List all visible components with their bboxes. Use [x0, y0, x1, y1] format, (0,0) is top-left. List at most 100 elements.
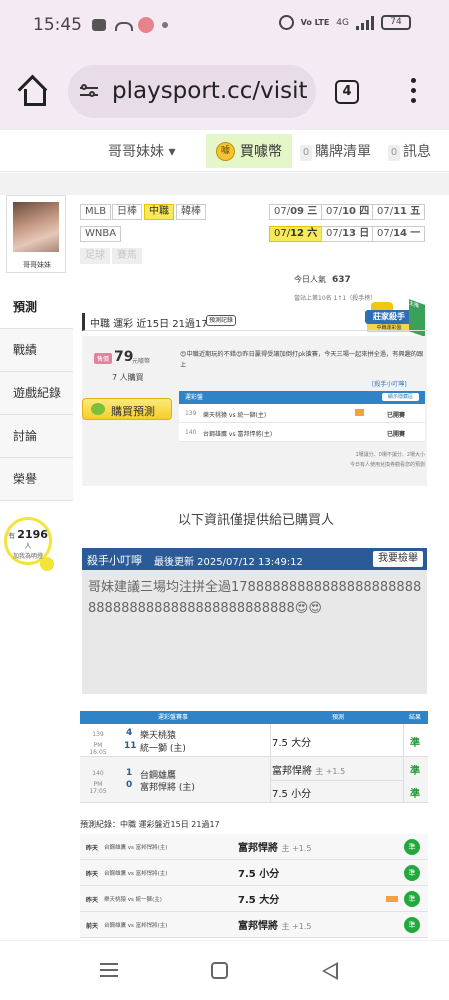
date-tab-0709[interactable]: 07/09 三 [269, 204, 323, 220]
picks-table: 運彩盤賽事 預測 結果 139 PM 16:05 4 樂天桃猿 11 統一獅 (… [80, 711, 428, 803]
league-tab-npb[interactable]: 日棒 [112, 204, 142, 220]
menu-item-discussion[interactable]: 討論 [0, 415, 73, 458]
tab-switcher-button[interactable]: 4 [335, 80, 359, 104]
lightbulb-icon [40, 557, 54, 571]
table-row: 140 台鋼雄鷹 vs 富邦悍將(主) 已開賽 [179, 423, 425, 442]
home-icon[interactable] [18, 77, 48, 106]
result-badge: 準 [410, 789, 420, 800]
history-title: 預測紀錄：中職 運彩盤近15日 21過17 [80, 820, 220, 829]
result-badge: 準 [410, 766, 420, 777]
killer-note-header: 殺手小叮嚀 最後更新 2025/07/12 13:49:12 我要檢舉 [82, 548, 427, 570]
popularity-value: 637 [332, 275, 351, 285]
missed-call-icon [114, 19, 133, 31]
recent-apps-icon[interactable] [100, 962, 118, 978]
result-badge: 準 [410, 738, 420, 749]
section-title-text: 中職 運彩 近15日 21過17 [90, 319, 208, 330]
report-button[interactable]: 我要檢舉 [373, 551, 423, 567]
price-tag: 售價 [94, 353, 113, 364]
killer-note-link[interactable]: [殺手小叮嚀] [372, 379, 407, 388]
message-icon [92, 19, 106, 31]
win-badge-icon: 準 [404, 839, 420, 855]
purchase-list-link[interactable]: 0 購牌清單 [300, 141, 371, 161]
purchase-list-label: 購牌清單 [315, 144, 371, 160]
clock: 15:45 [33, 15, 82, 35]
address-bar[interactable]: playsport.cc/visit [68, 65, 316, 118]
battery-icon: 74 [381, 15, 411, 30]
league-tab-racing: 賽馬 [112, 248, 142, 264]
date-tab-0714[interactable]: 07/14 一 [372, 226, 426, 242]
buy-coins-label: 買噱幣 [240, 144, 282, 160]
system-icons: Vo LTE 4G 74 [278, 15, 411, 30]
messages-label: 訊息 [403, 144, 431, 160]
status-bar: 15:45 Vo LTE 4G 74 [0, 0, 449, 50]
profile-card[interactable]: 哥哥妹妹 [6, 195, 66, 273]
profile-menu: 預測 戰績 遊戲紀錄 討論 榮譽 [0, 286, 73, 501]
menu-item-game-log[interactable]: 遊戲紀錄 [0, 372, 73, 415]
section-title: 中職 運彩 近15日 21過17 預測記錄 [82, 313, 427, 331]
signal-icon [356, 15, 374, 30]
date-tab-0711[interactable]: 07/11 五 [372, 204, 426, 220]
lock-icon [386, 896, 398, 902]
killer-note-box: 殺手小叮嚀 最後更新 2025/07/12 13:49:12 我要檢舉 哥妹建議… [82, 548, 427, 694]
prediction-description: 😍中職近期玩的不錯😍昨日贏得受讓加倒打pk搶賽，今天三場一起來拼全過，有興趣的跟… [180, 351, 424, 369]
divider-strip [0, 173, 449, 195]
more-menu-icon[interactable] [410, 78, 418, 104]
prediction-record-link[interactable]: 預測記錄 [206, 315, 237, 326]
site-settings-icon[interactable] [80, 84, 98, 98]
main-content: MLB 日棒 中職 韓棒 WNBA 足球 賽馬 07/09 三 07/10 四 … [76, 195, 436, 940]
history-row: 昨天 台鋼雄鷹 vs 富邦悍將(主) 富邦悍將 主 +1.5 準 [80, 834, 428, 860]
messages-count: 0 [388, 145, 400, 161]
site-nav: 哥哥妹妹 ▾ 噱 買噱幣 0 購牌清單 0 訊息 [0, 130, 449, 172]
prediction-preview-table: 運彩盤 顯示隱藏區 139 樂天桃猿 vs 統一獅(主) 已開賽 140 台鋼雄… [179, 391, 425, 442]
menu-item-honors[interactable]: 榮譽 [0, 458, 73, 501]
date-tab-0713[interactable]: 07/13 日 [321, 226, 375, 242]
league-tab-mlb[interactable]: MLB [80, 204, 112, 220]
avatar[interactable] [13, 202, 59, 252]
home-team: 富邦悍將 (主) [140, 783, 195, 793]
profile-name: 哥哥妹妹 [23, 261, 51, 269]
win-badge-icon: 準 [404, 917, 420, 933]
home-square-icon[interactable] [211, 962, 228, 979]
buy-coins-button[interactable]: 噱 買噱幣 [206, 134, 292, 168]
menu-item-record[interactable]: 戰績 [0, 329, 73, 372]
buyers-count: 7 人購買 [112, 373, 144, 382]
coin-icon [91, 403, 105, 415]
lock-icon [355, 409, 364, 416]
bulb-text: 有 2196 人 [8, 528, 48, 550]
killer-note-title: 殺手小叮嚀 [87, 554, 142, 567]
menu-item-predictions[interactable]: 預測 [0, 286, 73, 329]
url-text[interactable]: playsport.cc/visit [112, 78, 308, 104]
system-nav-bar [0, 940, 449, 1000]
home-team: 統一獅 (主) [140, 744, 186, 754]
volte-icon: Vo LTE [300, 17, 330, 27]
league-tab-kbo[interactable]: 韓棒 [176, 204, 206, 220]
date-tab-0712[interactable]: 07/12 六 [269, 226, 323, 242]
buy-prediction-button[interactable]: 購買預測 [82, 398, 172, 420]
show-hidden-button[interactable]: 顯示隱藏區 [381, 393, 419, 401]
popularity-stat: 今日人氣 637 [294, 275, 351, 285]
more-notifications-dot-icon [162, 22, 168, 28]
app-notification-icon [138, 17, 154, 33]
league-tab-wnba[interactable]: WNBA [80, 226, 122, 242]
league-tab-cpbl[interactable]: 中職 [144, 204, 174, 220]
back-icon[interactable] [322, 962, 338, 980]
pick-value: 7.5 大分 [272, 738, 312, 749]
date-tab-0710[interactable]: 07/10 四 [321, 204, 375, 220]
messages-link[interactable]: 0 訊息 [388, 141, 431, 161]
prediction-box: 售價 79 元噱幣 7 人購買 購買預測 😍中職近期玩的不錯😍昨日贏得受讓加倒打… [82, 336, 427, 486]
history-row: 昨天 台鋼雄鷹 vs 富邦悍將(主) 7.5 小分 準 [80, 860, 428, 886]
browser-toolbar: playsport.cc/visit 4 [0, 50, 449, 130]
pick-value: 7.5 小分 [272, 789, 312, 800]
win-badge-icon: 準 [404, 891, 420, 907]
pick-value: 富邦悍將 主 +1.5 [272, 766, 346, 777]
profile-sidebar: 哥哥妹妹 預測 戰績 遊戲紀錄 討論 榮譽 有 2196 人 加我為明燈 [0, 195, 73, 940]
history-row: 昨天 樂天桃猿 vs 統一獅(主) 7.5 大分 準 [80, 886, 428, 912]
picks-table-header: 運彩盤賽事 預測 結果 [80, 711, 428, 724]
table-row: 139 樂天桃猿 vs 統一獅(主) 已開賽 [179, 404, 425, 423]
bulb-count: 2196 [17, 528, 48, 541]
notification-icons [92, 17, 168, 33]
rank-text: 當站上第10名 1↑1（殺手榜） [294, 295, 377, 302]
purchase-list-count: 0 [300, 145, 312, 161]
coin-icon: 噱 [216, 142, 235, 161]
user-dropdown[interactable]: 哥哥妹妹 ▾ [108, 141, 175, 161]
